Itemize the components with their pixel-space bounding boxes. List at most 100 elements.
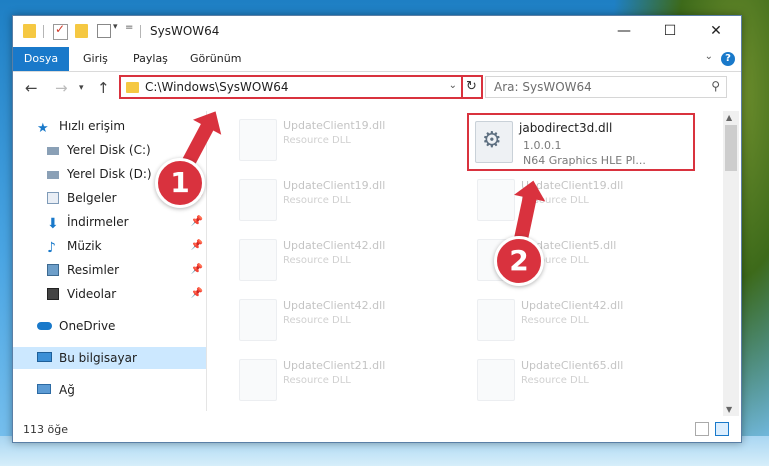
sidebar-item-label: Müzik [67, 239, 102, 253]
file-name: UpdateClient21.dll [283, 359, 386, 372]
refresh-button[interactable]: ↻ [461, 75, 483, 99]
music-icon: ♪ [47, 240, 56, 256]
dll-file-icon [239, 359, 277, 401]
sidebar-item-this-pc[interactable]: Bu bilgisayar [13, 347, 207, 369]
sidebar-item-label: Ağ [59, 383, 75, 397]
sidebar-item-onedrive[interactable]: OneDrive [13, 315, 207, 337]
address-path[interactable]: C:\Windows\SysWOW64 [145, 80, 289, 94]
sidebar-item-videos[interactable]: Videolar 📌 [13, 283, 207, 305]
large-icons-view-icon[interactable] [715, 422, 729, 436]
details-view-icon[interactable] [695, 422, 709, 436]
sidebar-item-label: Yerel Disk (D:) [67, 167, 152, 181]
customize-toolbar-icon[interactable] [97, 24, 111, 38]
sidebar-item-downloads[interactable]: ⬇ İndirmeler 📌 [13, 211, 207, 233]
network-icon [37, 384, 51, 394]
sidebar-item-label: Videolar [67, 287, 117, 301]
list-item[interactable]: UpdateClient19.dll Resource DLL [231, 111, 451, 161]
tab-home[interactable]: Giriş [83, 47, 108, 71]
pin-icon[interactable]: 📌 [191, 235, 203, 257]
file-name: UpdateClient19.dll [283, 119, 386, 132]
minimize-button[interactable]: — [601, 16, 647, 47]
new-folder-icon[interactable] [75, 24, 88, 38]
sidebar-item-label: Resimler [67, 263, 120, 277]
sidebar-item-pictures[interactable]: Resimler 📌 [13, 259, 207, 281]
divider [43, 25, 44, 38]
sidebar-item-label: Bu bilgisayar [59, 351, 137, 365]
chevron-down-icon[interactable]: ⌄ [449, 80, 457, 91]
list-item[interactable]: UpdateClient19.dll Resource DLL [469, 171, 689, 221]
close-button[interactable]: ✕ [693, 16, 739, 47]
search-icon[interactable]: ⚲ [711, 79, 720, 93]
search-input[interactable]: Ara: SysWOW64 ⚲ [485, 76, 727, 98]
list-item[interactable]: UpdateClient42.dll Resource DLL [231, 231, 451, 281]
scroll-down-icon[interactable]: ▼ [726, 405, 732, 414]
list-item[interactable]: UpdateClient42.dll Resource DLL [231, 291, 451, 341]
file-name: UpdateClient42.dll [283, 299, 386, 312]
file-type: Resource DLL [521, 375, 589, 386]
back-arrow-icon[interactable]: ← [25, 79, 38, 97]
file-name: UpdateClient19.dll [283, 179, 386, 192]
sidebar-item-label: Belgeler [67, 191, 117, 205]
file-name: UpdateClient65.dll [521, 359, 624, 372]
recent-dropdown-icon[interactable]: ▾ [79, 83, 84, 93]
scrollbar-thumb[interactable] [725, 125, 737, 171]
dll-file-icon [239, 239, 277, 281]
dll-file-icon [477, 359, 515, 401]
item-count: 113 öğe [23, 423, 68, 436]
step-badge-2: 2 [494, 236, 544, 286]
file-type: Resource DLL [521, 315, 589, 326]
star-icon: ★ [37, 121, 49, 136]
forward-arrow-icon[interactable]: → [55, 79, 68, 97]
folder-icon [23, 24, 36, 38]
file-type: Resource DLL [283, 315, 351, 326]
list-item[interactable]: UpdateClient42.dll Resource DLL [469, 291, 689, 341]
sidebar-item-label: İndirmeler [67, 215, 129, 229]
pin-icon[interactable]: 📌 [191, 259, 203, 281]
scroll-up-icon[interactable]: ▲ [726, 113, 732, 122]
address-bar[interactable]: C:\Windows\SysWOW64 ⌄ [119, 75, 463, 99]
tab-view[interactable]: Görünüm [190, 47, 241, 71]
status-bar: 113 öğe [13, 419, 741, 441]
file-version: 1.0.0.1 [523, 139, 562, 152]
navigation-pane: ★ Hızlı erişim Yerel Disk (C:) Yerel Dis… [13, 111, 207, 411]
maximize-button[interactable]: ☐ [647, 16, 693, 47]
expand-ribbon-icon[interactable]: ⌄ [705, 51, 713, 62]
sidebar-item-label: Hızlı erişim [59, 119, 126, 133]
file-type: Resource DLL [283, 135, 351, 146]
dll-file-icon [239, 119, 277, 161]
pane-divider[interactable] [206, 111, 207, 411]
tab-share[interactable]: Paylaş [133, 47, 168, 71]
file-type: Resource DLL [283, 375, 351, 386]
help-icon[interactable]: ? [721, 52, 735, 66]
list-item[interactable]: UpdateClient19.dll Resource DLL [231, 171, 451, 221]
ribbon-tabs: Dosya Giriş Paylaş Görünüm ⌄ ? [13, 47, 741, 72]
pin-icon[interactable]: 📌 [191, 211, 203, 233]
videos-icon [47, 288, 59, 300]
sidebar-item-music[interactable]: ♪ Müzik 📌 [13, 235, 207, 257]
dll-file-icon [239, 179, 277, 221]
dll-file-icon [477, 179, 515, 221]
sidebar-item-network[interactable]: Ağ [13, 379, 207, 401]
title-bar: ▾ = SysWOW64 — ☐ ✕ [13, 16, 741, 47]
tab-file[interactable]: Dosya [13, 47, 69, 71]
list-item[interactable]: UpdateClient21.dll Resource DLL [231, 351, 451, 401]
properties-icon[interactable] [53, 22, 68, 40]
list-item[interactable]: UpdateClient65.dll Resource DLL [469, 351, 689, 401]
quick-access-dropdown-icon[interactable]: = [125, 22, 133, 33]
pin-icon[interactable]: 📌 [191, 283, 203, 305]
file-name: jabodirect3d.dll [519, 121, 613, 135]
divider [140, 25, 141, 38]
documents-icon [47, 192, 59, 204]
pictures-icon [47, 264, 59, 276]
sidebar-item-quick-access[interactable]: ★ Hızlı erişim [13, 115, 207, 137]
vertical-scrollbar[interactable]: ▲ ▼ [723, 111, 739, 416]
window-title: SysWOW64 [150, 24, 220, 38]
sidebar-item-label: OneDrive [59, 319, 116, 333]
up-arrow-icon[interactable]: ↑ [97, 79, 110, 97]
cloud-icon [37, 322, 52, 330]
highlighted-file[interactable]: jabodirect3d.dll 1.0.0.1 N64 Graphics HL… [467, 113, 695, 171]
sidebar-item-label: Yerel Disk (C:) [67, 143, 151, 157]
chevron-down-icon[interactable]: ▾ [113, 22, 118, 32]
dll-file-icon [477, 299, 515, 341]
explorer-window: ▾ = SysWOW64 — ☐ ✕ Dosya Giriş Paylaş Gö… [12, 15, 742, 443]
